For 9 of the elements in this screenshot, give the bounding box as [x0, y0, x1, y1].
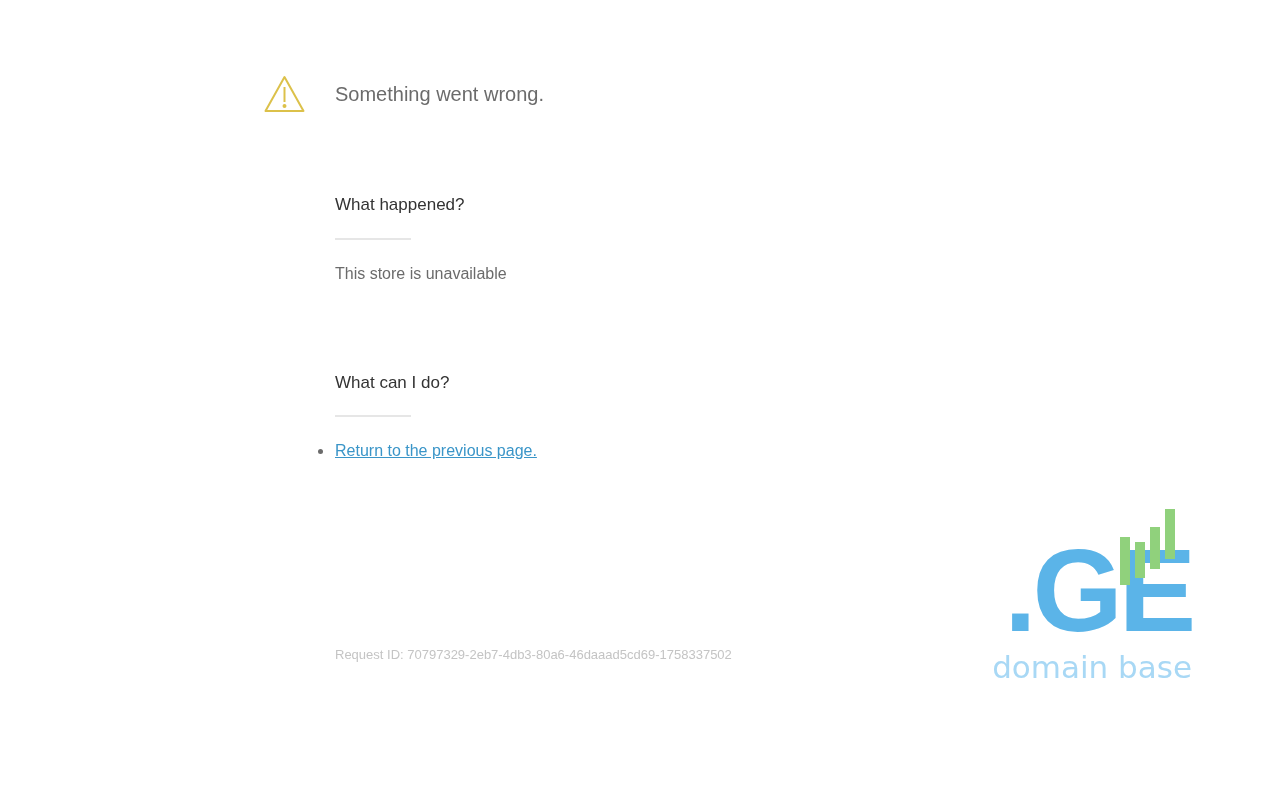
error-title: Something went wrong.: [335, 82, 544, 107]
logo-tagline: domain base: [992, 648, 1192, 687]
section-heading: What can I do?: [335, 371, 451, 394]
previous-page-link[interactable]: Return to the previous page.: [335, 439, 537, 463]
bullet-icon: [318, 448, 323, 454]
warning-icon: [264, 75, 305, 113]
section-heading: What happened?: [335, 194, 466, 216]
error-description: This store is unavailable: [335, 263, 508, 284]
request-id: Request ID: 70797329-2eb7-4db3-80a6-46daaad5cd69-1758337502: [335, 646, 733, 664]
